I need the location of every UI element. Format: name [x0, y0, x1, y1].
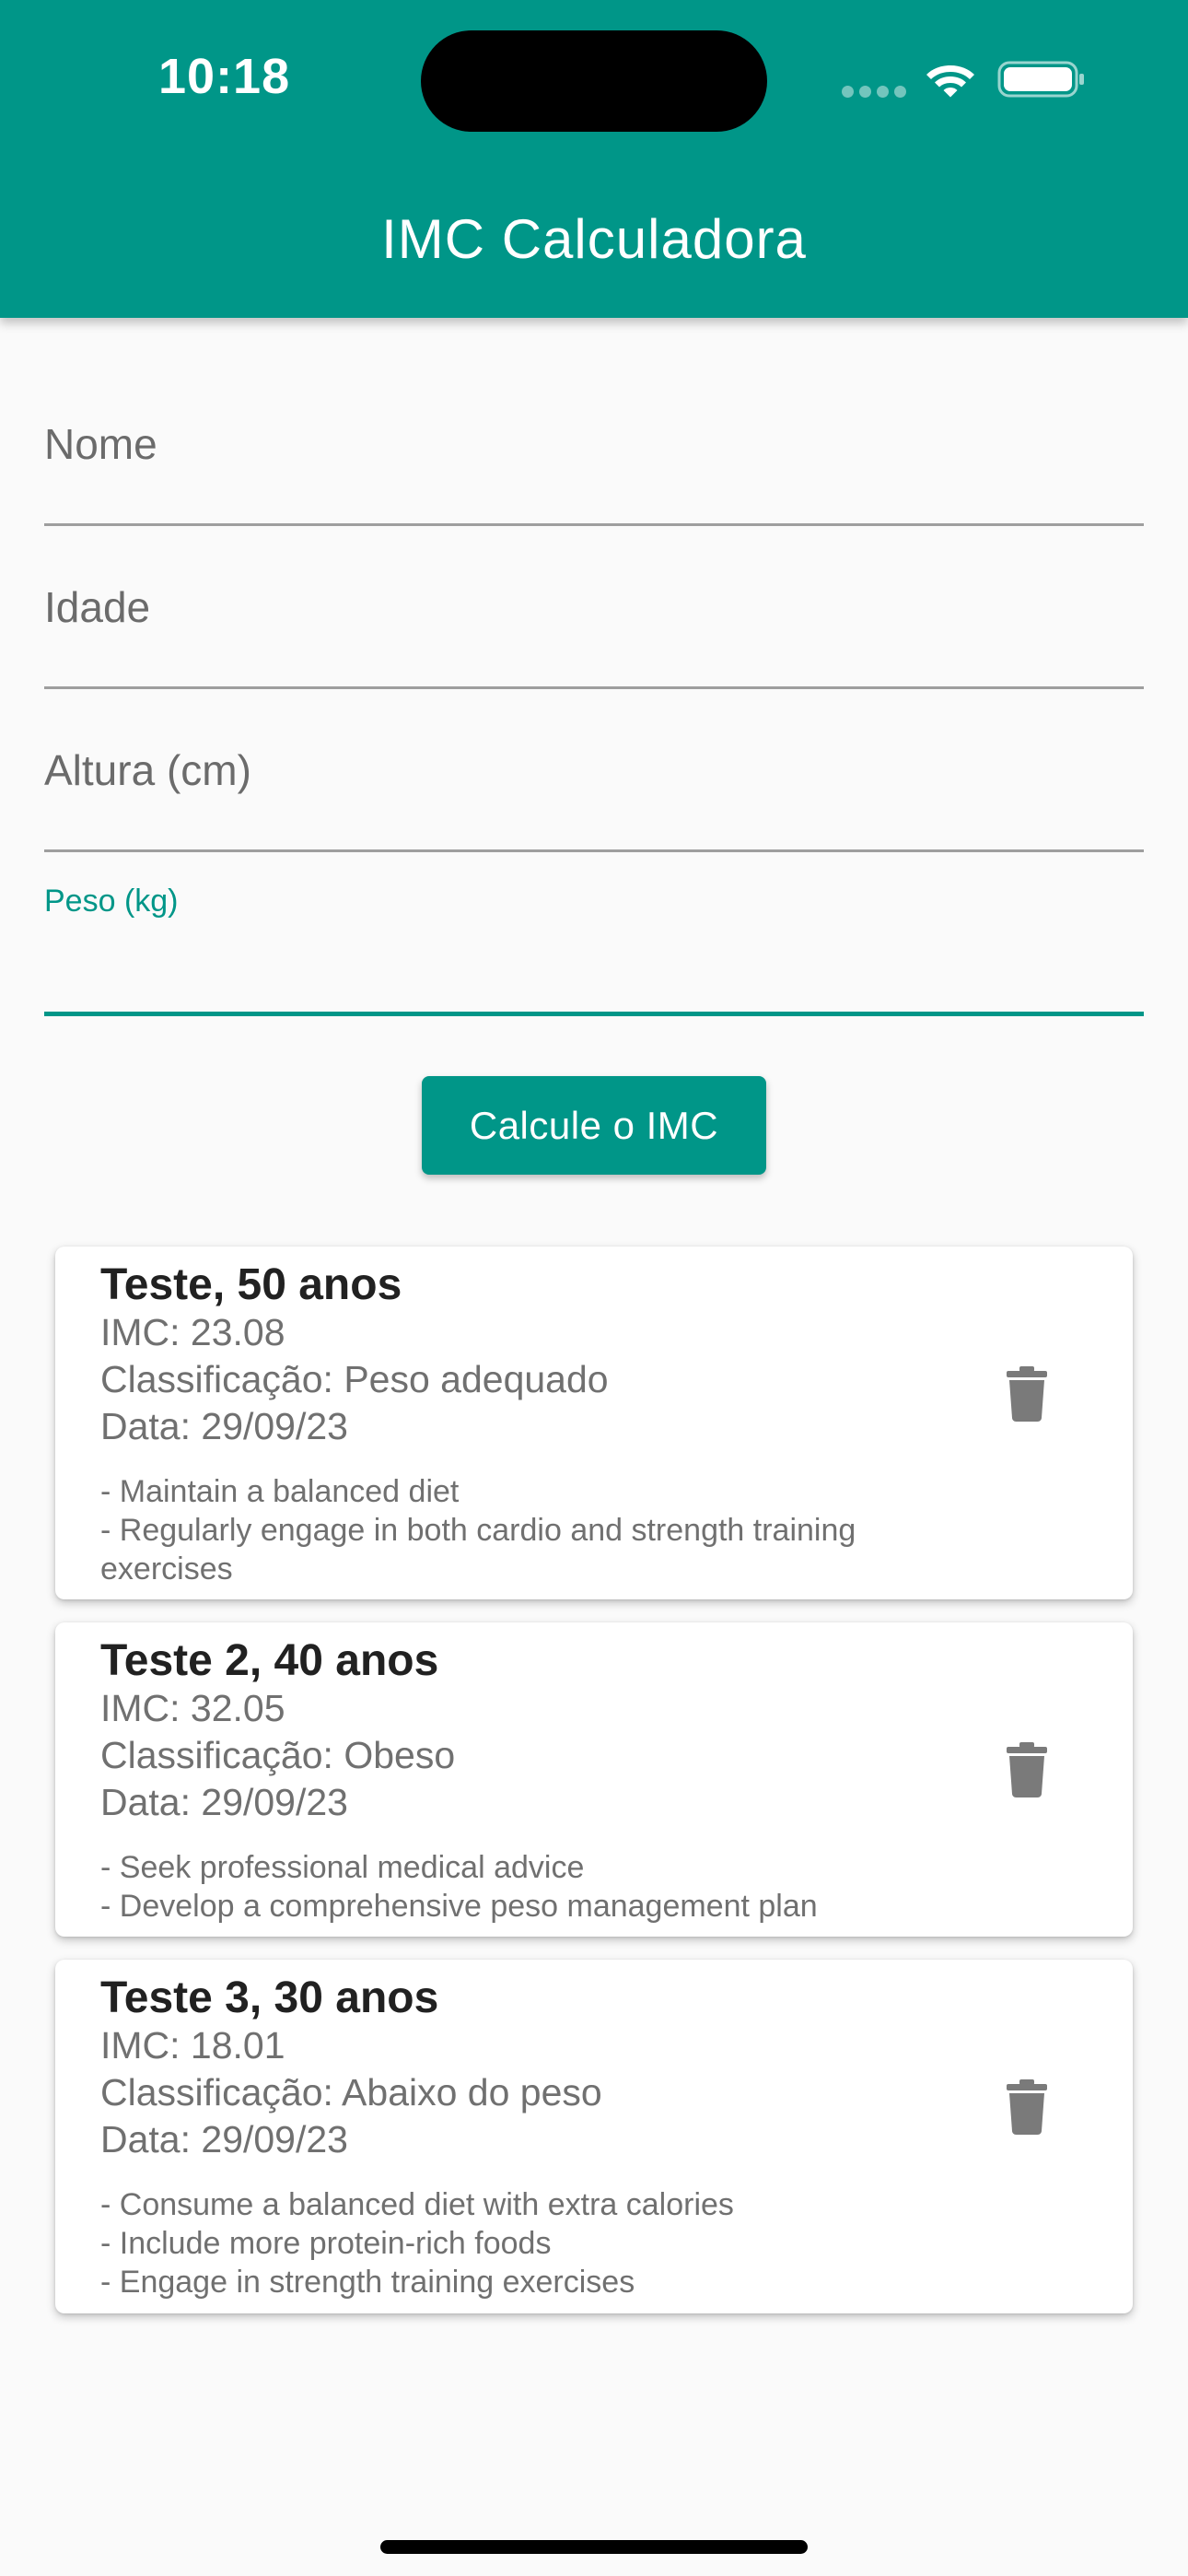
- altura-field[interactable]: Altura (cm): [44, 732, 1144, 854]
- result-tips: - Consume a balanced diet with extra cal…: [100, 2185, 1021, 2301]
- nome-field[interactable]: Nome: [44, 405, 1144, 528]
- trash-icon: [1007, 1366, 1047, 1422]
- dynamic-island: [421, 30, 767, 132]
- peso-field[interactable]: Peso (kg): [44, 880, 1144, 1018]
- idade-underline: [44, 686, 1144, 689]
- trash-icon: [1007, 2079, 1047, 2135]
- result-imc: IMC: 32.05: [100, 1687, 285, 1729]
- tip-item: - Consume a balanced diet with extra cal…: [100, 2187, 734, 2222]
- result-card: Teste 2, 40 anos IMC: 32.05 Classificaçã…: [55, 1622, 1133, 1937]
- result-classificacao: Classificação: Obeso: [100, 1734, 456, 1776]
- idade-field[interactable]: Idade: [44, 568, 1144, 691]
- result-imc: IMC: 18.01: [100, 2024, 285, 2067]
- trash-icon: [1007, 1742, 1047, 1797]
- result-data: Data: 29/09/23: [100, 1781, 348, 1823]
- nome-input[interactable]: [44, 415, 1144, 479]
- app-title: IMC Calculadora: [381, 208, 807, 270]
- screen: 10:18 IMC Calculadora Nome Idade Altura …: [0, 0, 1188, 2576]
- tip-item: - Maintain a balanced diet: [100, 1474, 460, 1509]
- altura-underline: [44, 849, 1144, 852]
- delete-button[interactable]: [990, 1357, 1064, 1431]
- result-card: Teste 3, 30 anos IMC: 18.01 Classificaçã…: [55, 1960, 1133, 2313]
- delete-button[interactable]: [990, 1733, 1064, 1807]
- wifi-icon: [926, 65, 974, 98]
- tip-item: - Engage in strength training exercises: [100, 2265, 635, 2300]
- altura-input[interactable]: [44, 741, 1144, 805]
- tip-item: - Include more protein-rich foods: [100, 2226, 552, 2261]
- nome-underline: [44, 523, 1144, 526]
- app-bar: 10:18 IMC Calculadora: [0, 0, 1188, 318]
- tip-item: - Develop a comprehensive peso managemen…: [100, 1889, 818, 1924]
- result-title: Teste 3, 30 anos: [100, 1973, 439, 2022]
- delete-button[interactable]: [990, 2070, 1064, 2144]
- peso-underline: [44, 1012, 1144, 1016]
- result-card: Teste, 50 anos IMC: 23.08 Classificação:…: [55, 1247, 1133, 1599]
- peso-input[interactable]: [44, 935, 1144, 1000]
- idade-input[interactable]: [44, 578, 1144, 642]
- home-indicator[interactable]: [380, 2540, 808, 2554]
- calculate-imc-button[interactable]: Calcule o IMC: [422, 1076, 766, 1175]
- cellular-signal-icon: [842, 86, 906, 99]
- tip-item: - Seek professional medical advice: [100, 1850, 585, 1885]
- status-time: 10:18: [158, 49, 291, 104]
- result-title: Teste, 50 anos: [100, 1260, 402, 1309]
- result-imc: IMC: 23.08: [100, 1311, 285, 1353]
- result-data: Data: 29/09/23: [100, 1405, 348, 1447]
- battery-icon: [997, 61, 1084, 98]
- result-classificacao: Classificação: Abaixo do peso: [100, 2071, 602, 2113]
- result-tips: - Seek professional medical advice - Dev…: [100, 1848, 1021, 1926]
- result-tips: - Maintain a balanced diet - Regularly e…: [100, 1472, 929, 1588]
- result-title: Teste 2, 40 anos: [100, 1636, 439, 1685]
- peso-label: Peso (kg): [44, 884, 179, 919]
- result-classificacao: Classificação: Peso adequado: [100, 1358, 609, 1400]
- tip-item: - Regularly engage in both cardio and st…: [100, 1513, 856, 1587]
- result-data: Data: 29/09/23: [100, 2118, 348, 2160]
